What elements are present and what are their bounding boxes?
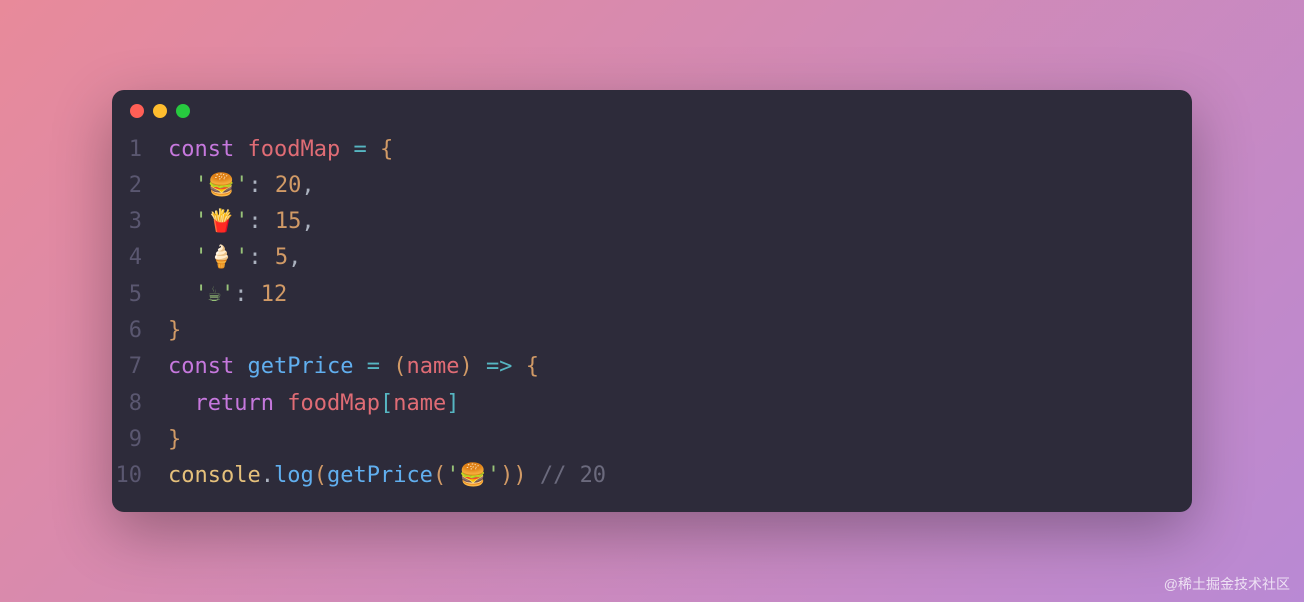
code-line: 9} <box>112 422 1192 458</box>
line-number: 9 <box>112 422 168 458</box>
code-line: 8 return foodMap[name] <box>112 386 1192 422</box>
line-number: 6 <box>112 313 168 349</box>
maximize-icon[interactable] <box>176 104 190 118</box>
code-content: '☕': 12 <box>168 277 287 313</box>
line-number: 3 <box>112 204 168 240</box>
code-content: return foodMap[name] <box>168 386 459 422</box>
code-line: 4 '🍦': 5, <box>112 240 1192 276</box>
close-icon[interactable] <box>130 104 144 118</box>
code-line: 5 '☕': 12 <box>112 277 1192 313</box>
code-content: const foodMap = { <box>168 132 393 168</box>
code-area[interactable]: 1const foodMap = {2 '🍔': 20,3 '🍟': 15,4 … <box>112 126 1192 505</box>
line-number: 8 <box>112 386 168 422</box>
code-line: 7const getPrice = (name) => { <box>112 349 1192 385</box>
code-line: 3 '🍟': 15, <box>112 204 1192 240</box>
line-number: 5 <box>112 277 168 313</box>
code-content: '🍔': 20, <box>168 168 315 204</box>
line-number: 10 <box>112 458 168 494</box>
watermark-text: @稀土掘金技术社区 <box>1164 574 1290 594</box>
code-content: const getPrice = (name) => { <box>168 349 539 385</box>
code-content: '🍟': 15, <box>168 204 315 240</box>
code-line: 2 '🍔': 20, <box>112 168 1192 204</box>
code-content: console.log(getPrice('🍔')) // 20 <box>168 458 606 494</box>
code-line: 6} <box>112 313 1192 349</box>
line-number: 7 <box>112 349 168 385</box>
code-editor-window: 1const foodMap = {2 '🍔': 20,3 '🍟': 15,4 … <box>112 90 1192 513</box>
line-number: 2 <box>112 168 168 204</box>
line-number: 1 <box>112 132 168 168</box>
window-titlebar <box>112 90 1192 126</box>
line-number: 4 <box>112 240 168 276</box>
code-content: } <box>168 313 181 349</box>
code-content: } <box>168 422 181 458</box>
code-line: 1const foodMap = { <box>112 132 1192 168</box>
code-line: 10console.log(getPrice('🍔')) // 20 <box>112 458 1192 494</box>
code-content: '🍦': 5, <box>168 240 301 276</box>
minimize-icon[interactable] <box>153 104 167 118</box>
